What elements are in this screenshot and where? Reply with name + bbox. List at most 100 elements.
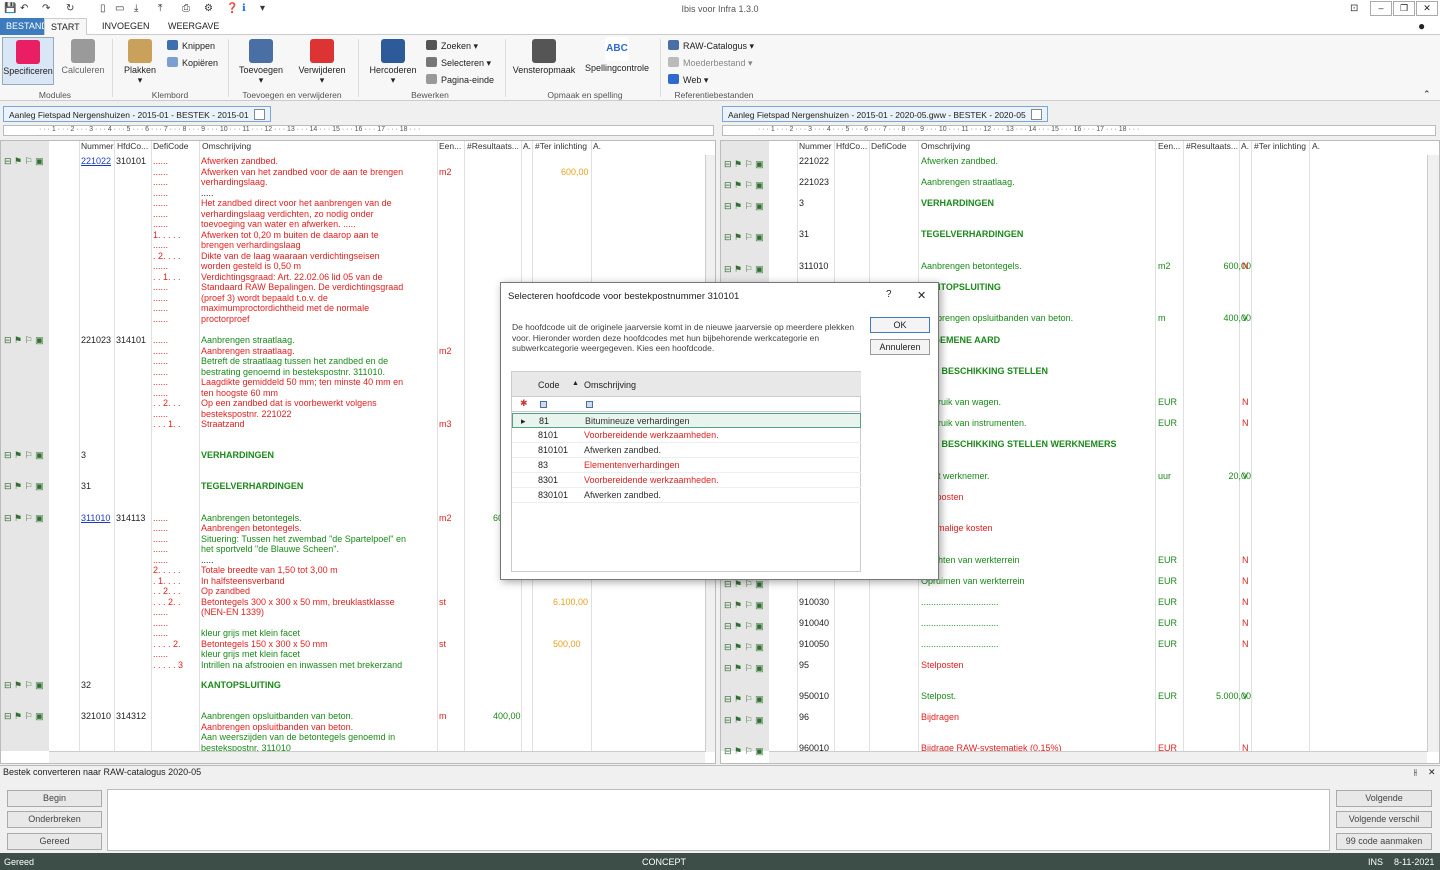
- selecteren-button[interactable]: Selecteren ▾: [426, 57, 491, 69]
- row-tree-icons[interactable]: ⊟ ⚑ ⚐ ▣: [4, 513, 44, 524]
- row-omschrijving[interactable]: ...............................: [921, 639, 999, 650]
- filter-code-icon[interactable]: [540, 401, 547, 408]
- row-nummer[interactable]: 3: [799, 198, 804, 209]
- row-tree-icons[interactable]: ⊟ ⚑ ⚐ ▣: [4, 335, 44, 346]
- row-omschrijving[interactable]: Situering: Tussen het zwembad "de Sparte…: [201, 534, 406, 545]
- verwijderen-button[interactable]: Verwijderen ▾: [296, 39, 348, 86]
- row-omschrijving[interactable]: In halfsteensverband: [201, 576, 285, 587]
- tab-invoegen[interactable]: INVOEGEN: [96, 18, 156, 35]
- begin-button[interactable]: Begin: [7, 790, 102, 807]
- row-nummer[interactable]: 221023: [799, 177, 829, 188]
- filter-omschrijving-icon[interactable]: [586, 401, 593, 408]
- row-tree-icons[interactable]: ⊟ ⚑ ⚐ ▣: [724, 663, 764, 674]
- row-nummer[interactable]: 3: [81, 450, 86, 461]
- row-omschrijving[interactable]: maximumproctordichtheid met de normale: [201, 303, 369, 314]
- row-omschrijving[interactable]: verhardingslaag.: [201, 177, 268, 188]
- row-omschrijving[interactable]: Betontegels 150 x 300 x 50 mm: [201, 639, 328, 650]
- row-omschrijving[interactable]: Aanbrengen opsluitbanden van beton.: [921, 313, 1073, 324]
- gereed-button[interactable]: Gereed: [7, 833, 102, 850]
- row-omschrijving[interactable]: Aanbrengen opsluitbanden van beton.: [201, 711, 353, 722]
- row-omschrijving[interactable]: brengen verhardingslaag: [201, 240, 301, 251]
- restore-button[interactable]: ❐: [1393, 1, 1415, 16]
- row-omschrijving[interactable]: Intrillen na afstrooien en inwassen met …: [201, 660, 402, 671]
- row-omschrijving[interactable]: Aan weerszijden van de betontegels genoe…: [201, 732, 395, 743]
- row-omschrijving[interactable]: Afwerken van het zandbed voor de aan te …: [201, 167, 403, 178]
- row-omschrijving[interactable]: ten hoogste 60 mm: [201, 388, 278, 399]
- row-nummer[interactable]: 311010: [799, 261, 828, 272]
- row-tree-icons[interactable]: ⊟ ⚑ ⚐ ▣: [724, 201, 764, 212]
- row-omschrijving[interactable]: proctorproef: [201, 314, 250, 325]
- col-eenheid[interactable]: Een...: [439, 141, 461, 154]
- row-tree-icons[interactable]: ⊟ ⚑ ⚐ ▣: [4, 156, 44, 167]
- knippen-button[interactable]: Knippen: [167, 40, 215, 51]
- row-omschrijving[interactable]: toevoeging van water en afwerken. .....: [201, 219, 356, 230]
- doc-tab-right[interactable]: Aanleg Fietspad Nergenshuizen - 2015-01 …: [722, 106, 1048, 122]
- row-omschrijving[interactable]: VERHARDINGEN: [921, 198, 994, 209]
- row-nummer[interactable]: 96: [799, 712, 809, 723]
- row-tree-icons[interactable]: ⊟ ⚑ ⚐ ▣: [724, 264, 764, 275]
- kopieren-button[interactable]: Kopiëren: [167, 57, 218, 68]
- user-account-icon[interactable]: ●: [1418, 19, 1425, 33]
- row-nummer[interactable]: 31: [81, 481, 91, 492]
- row-omschrijving[interactable]: Aanbrengen betontegels.: [201, 523, 302, 534]
- grid-col-omschrijving[interactable]: Omschrijving: [584, 380, 636, 390]
- row-nummer[interactable]: 950010: [799, 691, 829, 702]
- col-omschrijving[interactable]: Omschrijving: [921, 141, 970, 154]
- row-omschrijving[interactable]: kleur grijs met klein facet: [201, 628, 300, 639]
- row-omschrijving[interactable]: (NEN-EN 1339): [201, 607, 264, 618]
- col-a2[interactable]: A.: [1312, 141, 1320, 154]
- row-omschrijving[interactable]: verhardingslaag verdichten, zo nodig ond…: [201, 209, 374, 220]
- close-button[interactable]: ✕: [1416, 1, 1438, 16]
- row-tree-icons[interactable]: ⊟ ⚑ ⚐ ▣: [724, 642, 764, 653]
- grid-row[interactable]: ▸ 81 Bitumineuze verhardingen: [512, 413, 861, 428]
- row-nummer[interactable]: 221022: [799, 156, 829, 167]
- vensteropmaak-button[interactable]: Vensteropmaak: [511, 39, 577, 75]
- tab-start[interactable]: START: [44, 18, 87, 35]
- grid-row[interactable]: 8101 Voorbereidende werkzaamheden.: [512, 428, 861, 443]
- raw-catalogus-button[interactable]: RAW-Catalogus ▾: [668, 40, 754, 52]
- col-nummer[interactable]: Nummer: [799, 141, 832, 154]
- right-horizontal-scrollbar[interactable]: [769, 751, 1427, 763]
- row-tree-icons[interactable]: ⊟ ⚑ ⚐ ▣: [724, 746, 764, 757]
- row-nummer[interactable]: 311010: [81, 513, 110, 524]
- grid-row[interactable]: 8301 Voorbereidende werkzaamheden.: [512, 473, 861, 488]
- row-omschrijving[interactable]: kleur grijs met klein facet: [201, 649, 300, 660]
- row-omschrijving[interactable]: Betontegels 300 x 300 x 50 mm, breuklast…: [201, 597, 395, 608]
- cancel-button[interactable]: Annuleren: [870, 339, 930, 355]
- volgende-button[interactable]: Volgende: [1336, 790, 1432, 807]
- conversion-log[interactable]: [107, 789, 1330, 851]
- col-ter-inlichting[interactable]: #Ter inlichting: [1254, 141, 1306, 154]
- row-omschrijving[interactable]: Afwerken tot 0,20 m buiten de daarop aan…: [201, 230, 379, 241]
- row-nummer[interactable]: 221022: [81, 156, 111, 167]
- row-tree-icons[interactable]: ⊟ ⚑ ⚐ ▣: [724, 232, 764, 243]
- row-omschrijving[interactable]: Straatzand: [201, 419, 245, 430]
- row-tree-icons[interactable]: ⊟ ⚑ ⚐ ▣: [4, 680, 44, 691]
- row-omschrijving[interactable]: TER BESCHIKKING STELLEN WERKNEMERS: [921, 439, 1117, 450]
- left-horizontal-scrollbar[interactable]: [49, 751, 705, 763]
- close-tab-icon[interactable]: [1030, 109, 1042, 120]
- pagina-einde-button[interactable]: Pagina-einde: [426, 74, 494, 85]
- grid-row[interactable]: 83 Elementenverhardingen: [512, 458, 861, 473]
- col-omschrijving[interactable]: Omschrijving: [202, 141, 251, 154]
- row-tree-icons[interactable]: ⊟ ⚑ ⚐ ▣: [4, 481, 44, 492]
- row-omschrijving[interactable]: .....: [201, 188, 214, 199]
- row-nummer[interactable]: 32: [81, 680, 91, 691]
- calculeren-button[interactable]: Calculeren: [58, 39, 108, 75]
- onderbreken-button[interactable]: Onderbreken: [7, 811, 102, 828]
- row-nummer[interactable]: 910030: [799, 597, 829, 608]
- row-tree-icons[interactable]: ⊟ ⚑ ⚐ ▣: [724, 715, 764, 726]
- row-omschrijving[interactable]: Betreft de straatlaag tussen het zandbed…: [201, 356, 388, 367]
- row-nummer[interactable]: 910040: [799, 618, 829, 629]
- row-omschrijving[interactable]: Aanbrengen straatlaag.: [921, 177, 1015, 188]
- row-omschrijving[interactable]: Standaard RAW Bepalingen. De verdichting…: [201, 282, 403, 293]
- row-omschrijving[interactable]: Stelpost.: [921, 691, 956, 702]
- close-icon[interactable]: ✕: [917, 289, 926, 302]
- help-icon[interactable]: ?: [886, 289, 892, 300]
- row-tree-icons[interactable]: ⊟ ⚑ ⚐ ▣: [724, 159, 764, 170]
- code-aanmaken-button[interactable]: 99 code aanmaken: [1336, 833, 1432, 850]
- grid-row[interactable]: 830101 Afwerken zandbed.: [512, 488, 861, 503]
- col-a1[interactable]: A.: [1241, 141, 1249, 154]
- col-a2[interactable]: A.: [593, 141, 601, 154]
- right-vertical-scrollbar[interactable]: [1427, 155, 1439, 752]
- tab-weergave[interactable]: WEERGAVE: [162, 18, 225, 35]
